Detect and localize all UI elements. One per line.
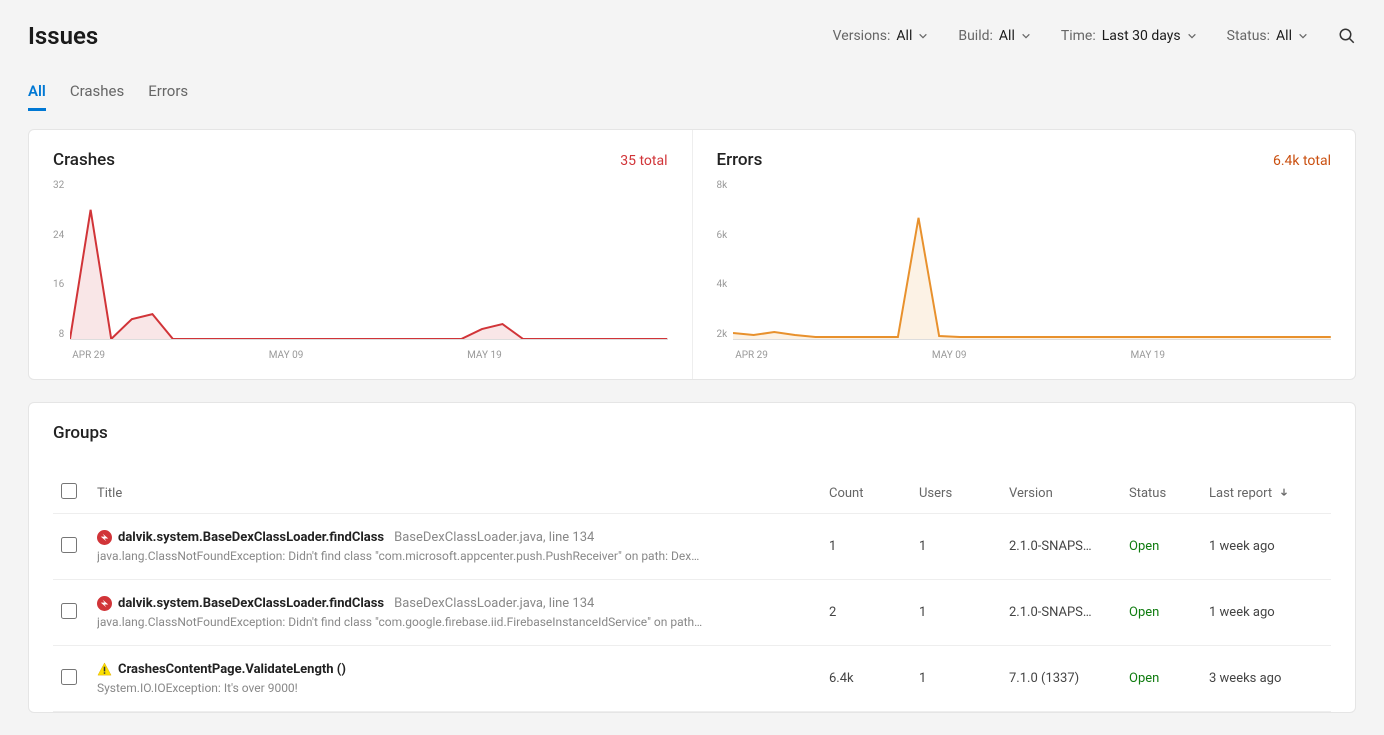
row-status: Open	[1129, 539, 1159, 554]
chevron-down-icon	[1021, 31, 1031, 41]
row-users: 1	[911, 580, 1001, 646]
chart-errors-title: Errors	[717, 150, 763, 170]
row-count: 6.4k	[821, 646, 911, 712]
filter-versions[interactable]: Versions: All	[833, 28, 929, 44]
col-title: Title	[89, 473, 821, 514]
table-row[interactable]: dalvik.system.BaseDexClassLoader.findCla…	[53, 514, 1331, 580]
col-checkbox	[53, 473, 89, 514]
row-last-report: 1 week ago	[1201, 580, 1331, 646]
row-count: 1	[821, 514, 911, 580]
row-status: Open	[1129, 671, 1159, 686]
tab-errors[interactable]: Errors	[148, 82, 188, 111]
col-last-report-label: Last report	[1209, 486, 1272, 501]
col-status: Status	[1121, 473, 1201, 514]
row-checkbox[interactable]	[61, 603, 77, 619]
col-count: Count	[821, 473, 911, 514]
chart-errors-total: 6.4k total	[1273, 153, 1331, 169]
chart-crashes-yticks: 3224168	[53, 180, 70, 340]
groups-table: Title Count Users Version Status Last re…	[53, 473, 1331, 712]
filter-versions-value: All	[896, 28, 912, 44]
row-version: 7.1.0 (1337)	[1001, 646, 1121, 712]
filter-versions-label: Versions:	[833, 28, 891, 44]
groups-card: Groups Title Count Users Version Status …	[28, 402, 1356, 713]
row-version: 2.1.0-SNAPS…	[1001, 580, 1121, 646]
row-title: dalvik.system.BaseDexClassLoader.findCla…	[118, 530, 384, 545]
chevron-down-icon	[918, 31, 928, 41]
chart-crashes-xticks: APR 29MAY 09MAY 19	[70, 350, 667, 361]
row-location: BaseDexClassLoader.java, line 134	[394, 596, 594, 611]
filter-build-label: Build:	[958, 28, 993, 44]
filter-status-value: All	[1276, 28, 1292, 44]
tabs: All Crashes Errors	[28, 82, 1356, 111]
table-row[interactable]: CrashesContentPage.ValidateLength () Syst…	[53, 646, 1331, 712]
row-users: 1	[911, 514, 1001, 580]
col-users: Users	[911, 473, 1001, 514]
warning-icon	[97, 662, 112, 677]
row-checkbox[interactable]	[61, 537, 77, 553]
chevron-down-icon	[1298, 31, 1308, 41]
chart-crashes-title: Crashes	[53, 150, 115, 170]
row-version: 2.1.0-SNAPS…	[1001, 514, 1121, 580]
chevron-down-icon	[1187, 31, 1197, 41]
charts-row: Crashes 35 total 3224168 APR 29MAY 09MAY…	[28, 129, 1356, 380]
filters-bar: Versions: All Build: All Time: Last 30 d…	[833, 27, 1356, 45]
table-row[interactable]: dalvik.system.BaseDexClassLoader.findCla…	[53, 580, 1331, 646]
tab-all[interactable]: All	[28, 82, 46, 111]
chart-crashes-total: 35 total	[620, 153, 667, 169]
row-title: CrashesContentPage.ValidateLength ()	[118, 662, 346, 677]
row-subtitle: java.lang.ClassNotFoundException: Didn't…	[97, 549, 737, 563]
row-checkbox[interactable]	[61, 669, 77, 685]
row-location: BaseDexClassLoader.java, line 134	[394, 530, 594, 545]
search-icon[interactable]	[1338, 27, 1356, 45]
col-last-report[interactable]: Last report	[1201, 473, 1331, 514]
chart-errors-xticks: APR 29MAY 09MAY 19	[733, 350, 1331, 361]
filter-status-label: Status:	[1227, 28, 1270, 44]
row-users: 1	[911, 646, 1001, 712]
row-title: dalvik.system.BaseDexClassLoader.findCla…	[118, 596, 384, 611]
filter-time[interactable]: Time: Last 30 days	[1061, 28, 1197, 44]
chart-errors-yticks: 8k6k4k2k	[717, 180, 734, 340]
row-last-report: 3 weeks ago	[1201, 646, 1331, 712]
select-all-checkbox[interactable]	[61, 483, 77, 499]
sort-desc-icon	[1279, 486, 1289, 501]
col-version: Version	[1001, 473, 1121, 514]
row-last-report: 1 week ago	[1201, 514, 1331, 580]
filter-build[interactable]: Build: All	[958, 28, 1031, 44]
filter-build-value: All	[999, 28, 1015, 44]
chart-errors: Errors 6.4k total 8k6k4k2k APR 29MAY 09M…	[692, 130, 1356, 379]
page-title: Issues	[28, 22, 98, 50]
crash-icon	[97, 530, 112, 545]
tab-crashes[interactable]: Crashes	[70, 82, 124, 111]
row-count: 2	[821, 580, 911, 646]
filter-time-value: Last 30 days	[1102, 28, 1181, 44]
chart-crashes-plot	[70, 180, 667, 340]
row-status: Open	[1129, 605, 1159, 620]
chart-errors-plot	[733, 180, 1331, 340]
filter-status[interactable]: Status: All	[1227, 28, 1308, 44]
row-subtitle: System.IO.IOException: It's over 9000!	[97, 681, 737, 695]
row-subtitle: java.lang.ClassNotFoundException: Didn't…	[97, 615, 737, 629]
chart-crashes: Crashes 35 total 3224168 APR 29MAY 09MAY…	[29, 130, 692, 379]
crash-icon	[97, 596, 112, 611]
groups-heading: Groups	[53, 423, 1331, 443]
filter-time-label: Time:	[1061, 28, 1096, 44]
